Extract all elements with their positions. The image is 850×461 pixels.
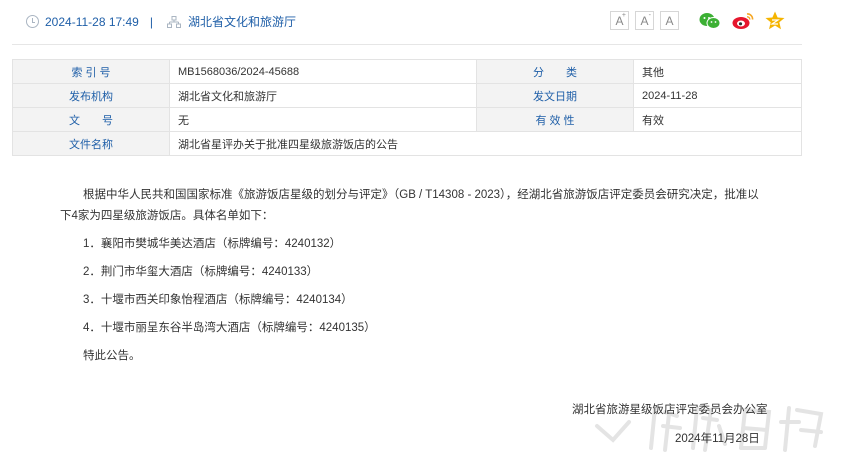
title-value: 湖北省星评办关于批准四星级旅游饭店的公告 — [169, 131, 802, 156]
validity-value: 有效 — [633, 107, 802, 132]
index-value: MB1568036/2024-45688 — [169, 59, 477, 84]
clock-icon — [26, 15, 39, 28]
publisher-value: 湖北省文化和旅游厅 — [169, 83, 477, 108]
publisher-label: 发布机构 — [12, 83, 170, 108]
date-value: 2024-11-28 — [633, 83, 802, 108]
organization-icon — [166, 15, 181, 28]
font-size-large-button[interactable]: A + — [610, 11, 629, 30]
font-size-medium-button[interactable]: A- — [635, 11, 654, 30]
validity-label: 有 效 性 — [476, 107, 634, 132]
font-size-small-button[interactable]: A — [660, 11, 679, 30]
list-item: 2．荆门市华玺大酒店（标牌编号：4240133） — [83, 266, 319, 278]
date-label: 发文日期 — [476, 83, 634, 108]
list-item: 3．十堰市西关印象怡程酒店（标牌编号：4240134） — [83, 294, 353, 306]
article-header: 2024-11-28 17:49 | 湖北省文化和旅游厅 A + A- A — [0, 0, 850, 44]
category-label: 分 类 — [476, 59, 634, 84]
category-value: 其他 — [633, 59, 802, 84]
source-organization[interactable]: 湖北省文化和旅游厅 — [188, 13, 296, 30]
docno-label: 文 号 — [12, 107, 170, 132]
article-toolbar: A + A- A — [610, 11, 796, 30]
header-divider — [12, 44, 802, 45]
article-body: 根据中华人民共和国国家标准《旅游饭店星级的划分与评定》（GB / T14308 … — [60, 185, 760, 367]
table-row: 发布机构 湖北省文化和旅游厅 发文日期 2024-11-28 — [12, 83, 802, 108]
table-row: 索 引 号 MB1568036/2024-45688 分 类 其他 — [12, 59, 802, 84]
docno-value: 无 — [169, 107, 477, 132]
table-row: 文 号 无 有 效 性 有效 — [12, 107, 802, 132]
document-info-table: 索 引 号 MB1568036/2024-45688 分 类 其他 发布机构 湖… — [12, 59, 802, 156]
meta-separator: | — [149, 14, 153, 29]
qzone-icon[interactable] — [765, 11, 785, 30]
list-item: 4．十堰市丽呈东谷半岛湾大酒店（标牌编号：4240135） — [83, 322, 376, 334]
closing-text: 特此公告。 — [83, 350, 141, 362]
title-label: 文件名称 — [12, 131, 170, 156]
signature-organization: 湖北省旅游星级饭店评定委员会办公室 — [572, 404, 768, 416]
share-bar — [699, 11, 796, 30]
wechat-icon[interactable] — [699, 12, 721, 30]
publish-datetime: 2024-11-28 17:49 — [45, 14, 139, 29]
signature-date: 2024年11月28日 — [675, 433, 760, 445]
index-label: 索 引 号 — [12, 59, 170, 84]
intro-paragraph: 根据中华人民共和国国家标准《旅游饭店星级的划分与评定》（GB / T14308 … — [60, 189, 759, 222]
table-row: 文件名称 湖北省星评办关于批准四星级旅游饭店的公告 — [12, 131, 802, 156]
weibo-icon[interactable] — [732, 12, 754, 30]
list-item: 1．襄阳市樊城华美达酒店（标牌编号：4240132） — [83, 238, 342, 250]
article-meta: 2024-11-28 17:49 | 湖北省文化和旅游厅 — [26, 13, 296, 30]
